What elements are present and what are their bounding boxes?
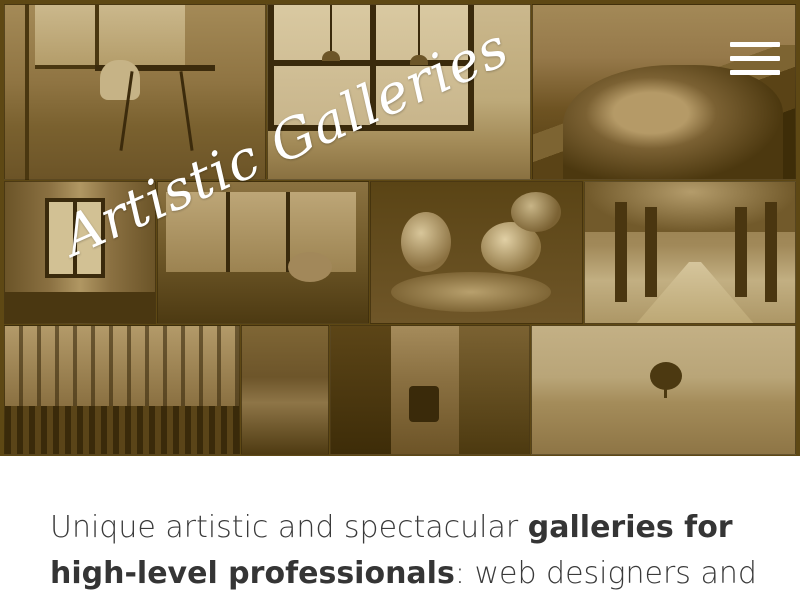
field-tree-photo <box>531 325 796 455</box>
pastries-photo <box>370 181 583 324</box>
intro-text-part1: Unique artistic and spectacular <box>50 510 528 545</box>
intro-text-part2: : web designers and <box>454 556 757 591</box>
city-street-crowd-photo <box>4 325 240 455</box>
mountains-photo <box>532 4 796 180</box>
tree-lined-path-photo <box>584 181 796 324</box>
tram-street-photo <box>330 325 530 455</box>
hamburger-menu-icon[interactable] <box>730 40 780 80</box>
hero-banner: Artistic Galleries <box>0 0 800 456</box>
sea-photo <box>241 325 329 455</box>
intro-text: Unique artistic and spectacular gallerie… <box>50 505 770 597</box>
